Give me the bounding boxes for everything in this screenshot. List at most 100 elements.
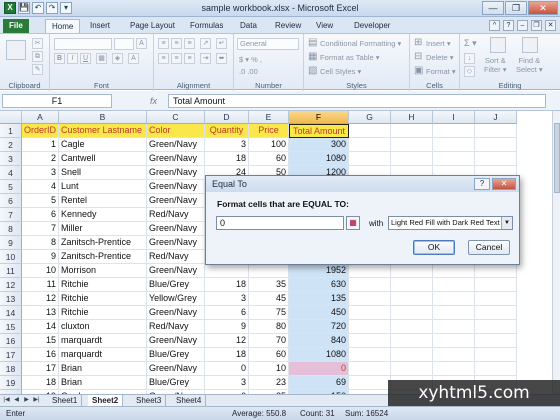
table-cell[interactable]: 6 <box>22 208 59 222</box>
sheet-tab-4[interactable]: Sheet4 <box>172 395 207 406</box>
sort-filter-icon[interactable] <box>490 37 506 53</box>
table-cell[interactable]: 13 <box>22 306 59 320</box>
table-cell[interactable]: 70 <box>249 334 289 348</box>
table-cell[interactable]: 9 <box>205 320 249 334</box>
row-header[interactable]: 12 <box>0 278 22 292</box>
table-cell[interactable]: 17 <box>22 362 59 376</box>
table-cell[interactable]: Green/Navy <box>147 152 205 166</box>
table-cell[interactable] <box>475 320 517 334</box>
align-right-icon[interactable]: ≡ <box>184 53 195 64</box>
table-cell[interactable] <box>205 264 249 278</box>
next-sheet-icon[interactable]: ▶ <box>22 396 31 405</box>
table-cell[interactable]: marquardt <box>59 348 147 362</box>
table-cell[interactable] <box>349 278 391 292</box>
table-cell[interactable]: Green/Navy <box>147 180 205 194</box>
table-cell[interactable] <box>475 278 517 292</box>
header-cell[interactable]: Price <box>249 124 289 138</box>
fill-color-icon[interactable]: ◈ <box>112 53 123 64</box>
table-cell[interactable]: Zanitsch-Prentice <box>59 236 147 250</box>
header-cell[interactable]: OrderID <box>22 124 59 138</box>
conditional-formatting-button[interactable]: Conditional Formatting ▾ <box>320 39 401 48</box>
table-cell[interactable]: Brian <box>59 362 147 376</box>
align-bottom-icon[interactable]: ≡ <box>184 38 195 49</box>
table-cell[interactable] <box>349 138 391 152</box>
tab-data[interactable]: Data <box>234 19 263 33</box>
table-cell[interactable]: 16 <box>22 348 59 362</box>
table-cell[interactable]: Green/Navy <box>147 306 205 320</box>
table-cell[interactable] <box>349 264 391 278</box>
table-cell[interactable]: Red/Navy <box>147 250 205 264</box>
table-cell[interactable]: 14 <box>22 320 59 334</box>
table-cell[interactable] <box>475 362 517 376</box>
dialog-help-button[interactable]: ? <box>474 178 490 190</box>
table-cell[interactable]: 3 <box>205 376 249 390</box>
table-cell[interactable] <box>475 334 517 348</box>
table-cell[interactable] <box>391 152 433 166</box>
table-cell[interactable] <box>433 124 475 138</box>
table-cell[interactable] <box>475 306 517 320</box>
row-header[interactable]: 19 <box>0 376 22 390</box>
column-header-j[interactable]: J <box>475 111 517 124</box>
table-cell[interactable]: 23 <box>249 376 289 390</box>
minimize-button[interactable]: — <box>482 1 504 15</box>
table-cell[interactable]: 3 <box>205 138 249 152</box>
table-cell[interactable]: 7 <box>22 222 59 236</box>
table-cell[interactable]: Rentel <box>59 194 147 208</box>
indent-icon[interactable]: ⇥ <box>200 53 211 64</box>
last-sheet-icon[interactable]: ▶| <box>32 396 41 405</box>
table-cell[interactable] <box>349 152 391 166</box>
table-cell[interactable] <box>433 264 475 278</box>
table-cell[interactable] <box>433 306 475 320</box>
table-cell[interactable]: 12 <box>205 334 249 348</box>
decimal-icon[interactable]: .0 .00 <box>239 67 258 76</box>
column-header-b[interactable]: B <box>59 111 147 124</box>
table-cell[interactable]: Green/Navy <box>147 166 205 180</box>
paste-icon[interactable] <box>6 40 26 60</box>
ok-button[interactable]: OK <box>413 240 455 255</box>
table-cell[interactable]: Blue/Grey <box>147 348 205 362</box>
table-cell[interactable] <box>391 320 433 334</box>
table-cell[interactable]: Green/Navy <box>147 236 205 250</box>
table-cell[interactable]: cluxton <box>59 320 147 334</box>
table-cell[interactable] <box>391 348 433 362</box>
vertical-scrollbar[interactable] <box>552 111 560 394</box>
table-cell[interactable] <box>391 264 433 278</box>
table-cell[interactable] <box>391 278 433 292</box>
wrap-text-icon[interactable]: ↵ <box>216 38 227 49</box>
tab-page-layout[interactable]: Page Layout <box>124 19 181 33</box>
autosum-button[interactable]: Σ ▾ <box>464 38 477 49</box>
row-header[interactable]: 11 <box>0 264 22 278</box>
table-cell[interactable]: 300 <box>289 138 349 152</box>
table-cell[interactable]: 11 <box>22 278 59 292</box>
table-cell[interactable]: 450 <box>289 306 349 320</box>
table-cell[interactable]: 8 <box>22 236 59 250</box>
table-cell[interactable]: Cagle <box>59 138 147 152</box>
table-cell[interactable] <box>391 124 433 138</box>
tab-formulas[interactable]: Formulas <box>184 19 229 33</box>
table-cell[interactable] <box>475 292 517 306</box>
row-header[interactable]: 13 <box>0 292 22 306</box>
table-cell[interactable]: 10 <box>22 264 59 278</box>
table-cell[interactable] <box>391 362 433 376</box>
font-name-select[interactable] <box>54 38 112 50</box>
table-cell[interactable] <box>433 278 475 292</box>
merge-center-icon[interactable]: ⬌ <box>216 53 227 64</box>
table-cell[interactable] <box>433 292 475 306</box>
row-header[interactable]: 7 <box>0 208 22 222</box>
sheet-tab-2[interactable]: Sheet2 <box>88 395 124 406</box>
header-cell[interactable]: Color <box>147 124 205 138</box>
table-cell[interactable]: 1952 <box>289 264 349 278</box>
table-cell[interactable]: Blue/Grey <box>147 376 205 390</box>
help-icon[interactable]: ? <box>503 20 514 31</box>
column-header-a[interactable]: A <box>22 111 59 124</box>
table-cell[interactable] <box>475 348 517 362</box>
table-cell[interactable] <box>349 334 391 348</box>
table-cell[interactable]: 720 <box>289 320 349 334</box>
column-header-d[interactable]: D <box>205 111 249 124</box>
table-cell[interactable]: 18 <box>205 348 249 362</box>
table-cell[interactable] <box>433 362 475 376</box>
doc-restore-icon[interactable]: ❐ <box>531 20 542 31</box>
table-cell[interactable]: 1 <box>22 138 59 152</box>
table-cell[interactable] <box>475 124 517 138</box>
table-cell[interactable] <box>433 320 475 334</box>
